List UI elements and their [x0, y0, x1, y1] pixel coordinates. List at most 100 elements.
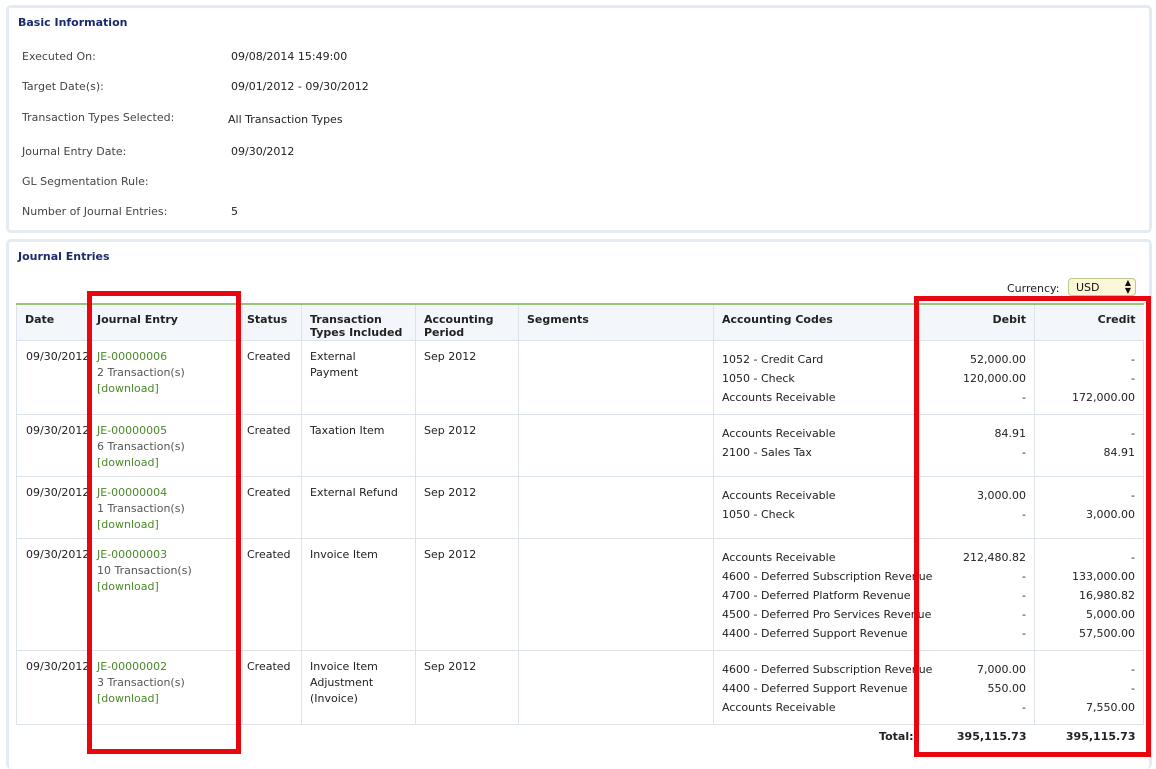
credit-value: 7,550.00 [1086, 700, 1135, 714]
transaction-types-value: All Transaction Types [228, 113, 343, 126]
download-link[interactable]: [download] [97, 455, 234, 471]
entry-journal-cell: JE-00000004 1 Transaction(s) [download] [88, 475, 243, 539]
debit-value: 52,000.00 [970, 352, 1026, 366]
entry-debit: 52,000.00 120,000.00 - [919, 339, 1035, 415]
entry-codes: 1052 - Credit Card 1050 - Check Accounts… [713, 339, 920, 415]
header-credit[interactable]: Credit [1034, 303, 1144, 341]
entry-segments [518, 475, 714, 539]
debit-value: 84.91 [994, 426, 1027, 440]
target-dates-value: 09/01/2012 - 09/30/2012 [231, 80, 369, 93]
download-link[interactable]: [download] [97, 381, 234, 397]
entry-period: Sep 2012 [415, 649, 519, 725]
credit-value: 3,000.00 [1086, 507, 1135, 521]
number-of-entries-value: 5 [231, 205, 238, 218]
download-link[interactable]: [download] [97, 691, 234, 707]
credit-value: - [1131, 550, 1135, 564]
download-link[interactable]: [download] [97, 579, 234, 595]
accounting-code-link[interactable]: 4500 - Deferred Pro Services Revenue [722, 605, 931, 624]
entry-codes: Accounts Receivable 4600 - Deferred Subs… [713, 537, 932, 651]
header-journal-entry[interactable]: Journal Entry [88, 303, 243, 341]
accounting-code-link[interactable]: Accounts Receivable [722, 388, 911, 407]
basic-information-title: Basic Information [18, 16, 128, 29]
header-accounting-period[interactable]: Accounting Period [415, 303, 519, 341]
table-header-row: Date Journal Entry Status Transaction Typ… [16, 303, 1144, 341]
entry-types: Invoice Item Adjustment (Invoice) [301, 649, 416, 725]
entry-type-line: (Invoice) [310, 691, 358, 705]
accounting-code-link[interactable]: 2100 - Sales Tax [722, 443, 911, 462]
credit-value: - [1131, 488, 1135, 502]
basic-information-panel: Basic Information Executed On: 09/08/201… [6, 5, 1152, 233]
header-segments[interactable]: Segments [518, 303, 714, 341]
journal-entry-link[interactable]: JE-00000003 [97, 547, 234, 563]
entry-status: Created [242, 475, 302, 539]
table-row: 09/30/2012 JE-00000002 3 Transaction(s) … [16, 649, 1144, 725]
table-row: 09/30/2012 JE-00000006 2 Transaction(s) … [16, 339, 1144, 415]
journal-entries-table: Date Journal Entry Status Transaction Typ… [16, 303, 1144, 748]
header-period-line2: Period [424, 326, 465, 339]
credit-value: - [1131, 371, 1135, 385]
credit-value: - [1131, 681, 1135, 695]
accounting-code-link[interactable]: Accounts Receivable [722, 548, 911, 567]
entry-codes: 4600 - Deferred Subscription Revenue 440… [713, 649, 932, 725]
header-transaction-types[interactable]: Transaction Types Included [301, 303, 416, 341]
entry-debit: 3,000.00 - [919, 475, 1035, 539]
header-status[interactable]: Status [242, 303, 302, 341]
header-types-line2: Types Included [310, 326, 403, 339]
entry-codes: Accounts Receivable 1050 - Check [713, 475, 920, 539]
journal-entry-link[interactable]: JE-00000004 [97, 485, 234, 501]
transaction-count: 6 Transaction(s) [97, 439, 185, 453]
entry-date: 09/30/2012 [16, 537, 89, 651]
header-debit[interactable]: Debit [919, 303, 1035, 341]
entry-segments [518, 413, 714, 477]
debit-value: - [1022, 700, 1026, 714]
accounting-code-link[interactable]: 1050 - Check [722, 505, 911, 524]
journal-entries-panel: Journal Entries Currency: USD ▲ ▼ Date Jo… [6, 239, 1152, 769]
accounting-code-link[interactable]: Accounts Receivable [722, 698, 911, 717]
debit-value: - [1022, 569, 1026, 583]
total-row: Total: 395,115.73 395,115.73 [17, 724, 1144, 748]
journal-entry-link[interactable]: JE-00000002 [97, 659, 234, 675]
accounting-code-link[interactable]: 4400 - Deferred Support Revenue [722, 624, 911, 643]
total-label: Total: [879, 729, 914, 743]
credit-value: 84.91 [1103, 445, 1136, 459]
entry-types: Taxation Item [301, 413, 416, 477]
debit-value: - [1022, 626, 1026, 640]
entry-date: 09/30/2012 [16, 339, 89, 415]
entry-status: Created [242, 413, 302, 477]
entry-journal-cell: JE-00000005 6 Transaction(s) [download] [88, 413, 243, 477]
header-accounting-codes[interactable]: Accounting Codes [713, 303, 920, 341]
entry-date: 09/30/2012 [16, 475, 89, 539]
entry-period: Sep 2012 [415, 537, 519, 651]
entry-status: Created [242, 339, 302, 415]
entry-type-line: Adjustment [310, 675, 374, 689]
debit-value: - [1022, 588, 1026, 602]
accounting-code-link[interactable]: 1052 - Credit Card [722, 350, 911, 369]
transaction-count: 10 Transaction(s) [97, 563, 192, 577]
credit-value: - [1131, 352, 1135, 366]
credit-value: 172,000.00 [1072, 390, 1135, 404]
accounting-code-link[interactable]: 4600 - Deferred Subscription Revenue [722, 660, 932, 679]
transaction-count: 2 Transaction(s) [97, 365, 185, 379]
entry-types: External Payment [301, 339, 416, 415]
accounting-code-link[interactable]: Accounts Receivable [722, 486, 911, 505]
debit-value: 550.00 [987, 681, 1027, 695]
accounting-code-link[interactable]: Accounts Receivable [722, 424, 911, 443]
journal-entry-link[interactable]: JE-00000006 [97, 349, 234, 365]
download-link[interactable]: [download] [97, 517, 234, 533]
debit-value: 120,000.00 [963, 371, 1026, 385]
accounting-code-link[interactable]: 1050 - Check [722, 369, 911, 388]
credit-value: - [1131, 662, 1135, 676]
currency-select[interactable]: USD ▲ ▼ [1068, 278, 1136, 296]
accounting-code-link[interactable]: 4700 - Deferred Platform Revenue [722, 586, 911, 605]
entry-credit: - 133,000.00 16,980.82 5,000.00 57,500.0… [1034, 537, 1144, 651]
currency-label: Currency: [1007, 282, 1060, 295]
entry-segments [518, 537, 714, 651]
header-types-line1: Transaction [310, 313, 382, 326]
accounting-code-link[interactable]: 4400 - Deferred Support Revenue [722, 679, 911, 698]
credit-value: 133,000.00 [1072, 569, 1135, 583]
header-date[interactable]: Date [16, 303, 89, 341]
header-period-line1: Accounting [424, 313, 494, 326]
accounting-code-link[interactable]: 4600 - Deferred Subscription Revenue [722, 567, 932, 586]
entry-debit: 84.91 - [919, 413, 1035, 477]
journal-entry-link[interactable]: JE-00000005 [97, 423, 234, 439]
